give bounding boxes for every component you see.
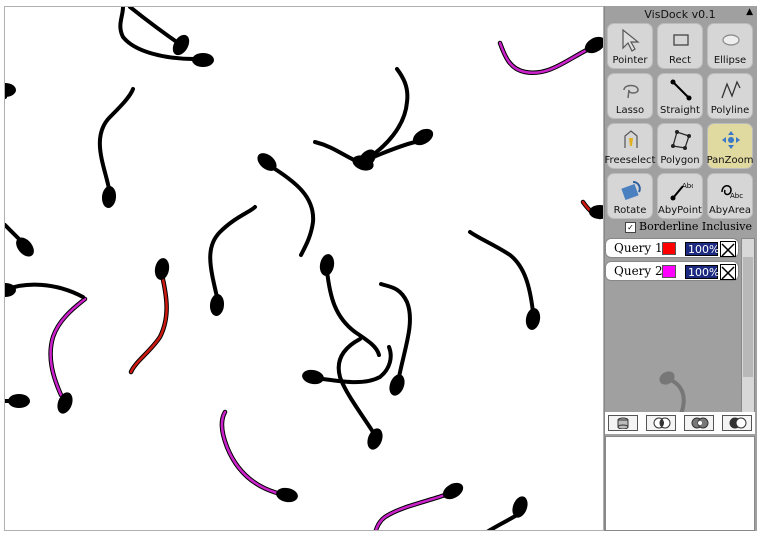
tool-label: Rotate [613,205,647,216]
tool-panzoom-button[interactable]: PanZoom [707,123,753,169]
sperm-shape[interactable] [128,257,171,375]
dock-title: VisDock v0.1 [644,8,716,21]
tool-label: AbyArea [708,205,752,216]
sperm-shape[interactable] [379,282,412,398]
sperm-shape[interactable] [318,253,381,357]
sperm-shape[interactable] [97,87,135,209]
sperm-shape[interactable] [486,494,530,531]
tool-pointer-button[interactable]: Pointer [607,23,653,69]
difference-icon[interactable] [722,415,752,431]
query-row[interactable]: Query 2 100% [605,261,739,281]
svg-text:Abc: Abc [730,192,743,200]
borderline-checkbox[interactable]: ✓ [625,221,636,233]
union-icon[interactable] [684,415,714,431]
sperm-shape[interactable] [48,296,88,416]
query-color-swatch[interactable] [662,242,676,255]
sperm-shape[interactable] [208,205,257,317]
tool-abyarea-button[interactable]: Abc AbyArea [707,173,753,219]
tool-label: Rect [668,55,692,66]
straight-line-icon [670,79,692,101]
delete-query-icon[interactable] [720,241,736,257]
freeselect-pen-icon [624,130,638,148]
tool-label: AbyPoint [658,205,702,216]
sperm-shape[interactable] [313,140,376,173]
sperm-shape[interactable] [497,33,604,76]
sperm-shape[interactable] [580,199,604,220]
query-opacity[interactable]: 100% [685,242,719,256]
annotate-by-area-icon: Abc [721,185,743,200]
intersection-icon[interactable] [646,415,676,431]
query-scrollbar[interactable] [741,238,755,414]
ellipse-icon [722,34,740,46]
visdock-panel: VisDock v0.1 ▲ Pointer Rect Ellipse Lasso St… [604,6,757,531]
polygon-icon [671,130,691,150]
tool-straight-button[interactable]: Straight [657,73,703,119]
scrollbar-thumb[interactable] [743,257,753,377]
sperm-shape[interactable] [373,479,466,531]
collapse-triangle-icon[interactable]: ▲ [746,7,753,17]
sperm-shape[interactable] [5,394,30,408]
sperm-visualization[interactable] [5,7,604,531]
tool-polygon-button[interactable]: Polygon [657,123,703,169]
polyline-icon [721,80,741,99]
sperm-shape[interactable] [219,409,299,504]
sperm-shape[interactable] [5,282,85,299]
query-color-swatch[interactable] [662,265,676,278]
tool-label: Lasso [615,105,645,116]
query-result-panel [605,436,755,531]
tool-label: PanZoom [706,155,754,166]
sperm-shape[interactable] [5,223,37,260]
tool-label: Ellipse [713,55,747,66]
cylinder-stack-icon[interactable] [608,415,638,431]
tool-label: Freeselect [604,155,656,166]
tool-rect-button[interactable]: Rect [657,23,703,69]
tool-abypoint-button[interactable]: Abc AbyPoint [657,173,703,219]
tool-label: Pointer [612,55,648,66]
pointer-arrow-icon [622,28,640,52]
tool-label: Polyline [710,105,750,116]
rotate-icon [621,181,641,201]
query-name[interactable]: Query 1 [614,241,663,255]
pan-zoom-icon [722,131,740,149]
tool-label: Straight [660,105,700,116]
delete-query-icon[interactable] [720,264,736,280]
query-name[interactable]: Query 2 [614,264,663,278]
annotate-by-point-icon: Abc [670,182,693,201]
tool-polyline-button[interactable]: Polyline [707,73,753,119]
svg-text:Abc: Abc [682,182,693,190]
rectangle-icon [673,34,689,46]
sperm-shape[interactable] [254,150,316,257]
tool-freeselect-button[interactable]: Freeselect [605,123,655,169]
tool-label: Polygon [660,155,700,166]
sperm-shape[interactable] [468,230,542,331]
sperm-shape[interactable] [5,83,16,99]
boolean-operations-bar [605,412,755,434]
tool-rotate-button[interactable]: Rotate [607,173,653,219]
query-opacity[interactable]: 100% [685,265,719,279]
visualization-canvas[interactable] [4,6,604,531]
tool-ellipse-button[interactable]: Ellipse [707,23,753,69]
query-row[interactable]: Query 1 100% [605,238,739,258]
tool-lasso-button[interactable]: Lasso [607,73,653,119]
lasso-icon [623,84,639,99]
